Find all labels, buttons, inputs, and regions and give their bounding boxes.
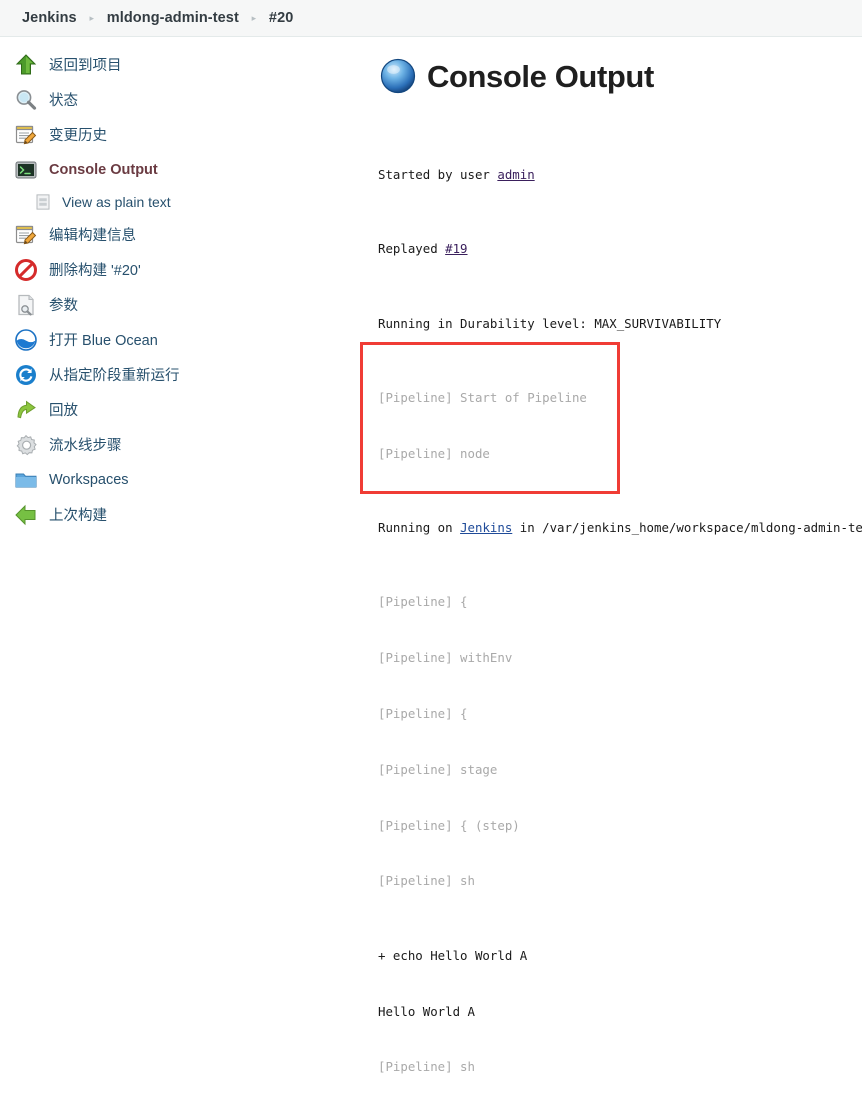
sidebar-item-pipeline-steps[interactable]: 流水线步骤 [0,427,350,462]
sidebar-item-label: 状态 [49,89,78,110]
no-entry-icon [14,258,38,282]
sidebar-item-replay[interactable]: 回放 [0,392,350,427]
sidebar-item-open-blue-ocean[interactable]: 打开 Blue Ocean [0,322,350,357]
log-line: Started by user admin [378,166,862,185]
sidebar-item-parameters[interactable]: 参数 [0,287,350,322]
page-title: Console Output [378,56,862,96]
sidebar-item-label: 编辑构建信息 [49,224,136,245]
document-magnifier-icon [14,293,38,317]
node-link[interactable]: Jenkins [460,520,512,535]
sidebar-item-status[interactable]: 状态 [0,82,350,117]
sidebar: 返回到项目 状态 变更历史 [0,38,350,532]
magnifier-icon [14,88,38,112]
chevron-right-icon: ▸ [239,14,269,23]
log-line: [Pipeline] Start of Pipeline [378,389,862,408]
log-line: [Pipeline] { [378,593,862,612]
console-output-panel: Console Output Started by user admin Rep… [350,38,862,555]
sidebar-item-change-history[interactable]: 变更历史 [0,117,350,152]
log-line: [Pipeline] stage [378,761,862,780]
log-line: [Pipeline] { (step) [378,817,862,836]
blue-ocean-icon [14,328,38,352]
page-title-text: Console Output [427,61,654,92]
log-line: Replayed #19 [378,240,862,259]
replay-arrow-icon [14,398,38,422]
sidebar-item-console-output[interactable]: Console Output [0,152,350,187]
breadcrumb-item-job[interactable]: mldong-admin-test [107,10,239,26]
chevron-right-icon: ▸ [77,14,107,23]
folder-icon [14,468,38,492]
restart-circle-icon [14,363,38,387]
sidebar-item-label: 从指定阶段重新运行 [49,364,180,385]
log-line: [Pipeline] withEnv [378,649,862,668]
log-line: [Pipeline] sh [378,872,862,891]
sidebar-item-label: 打开 Blue Ocean [49,329,158,350]
sidebar-item-previous-build[interactable]: 上次构建 [0,497,350,532]
sidebar-item-view-as-plain-text[interactable]: View as plain text [0,187,350,217]
sidebar-item-label: Console Output [49,162,158,178]
console-log: Started by user admin Replayed #19 Runni… [378,110,862,1110]
breadcrumb-item-build[interactable]: #20 [269,10,294,26]
terminal-icon [14,158,38,182]
up-arrow-icon [14,53,38,77]
sidebar-item-label: 参数 [49,294,78,315]
log-line: + echo Hello World A [378,947,862,966]
sidebar-item-label: 回放 [49,399,78,420]
build-link[interactable]: #19 [445,241,467,256]
sidebar-item-workspaces[interactable]: Workspaces [0,462,350,497]
log-line: [Pipeline] { [378,705,862,724]
log-line: Hello World A [378,1003,862,1022]
sidebar-sub-item-label: View as plain text [62,194,171,210]
blue-globe-icon [378,56,418,96]
sidebar-item-back-to-project[interactable]: 返回到项目 [0,47,350,82]
sidebar-item-edit-build-information[interactable]: 编辑构建信息 [0,217,350,252]
sidebar-item-label: 删除构建 '#20' [49,259,141,280]
sidebar-item-restart-from-stage[interactable]: 从指定阶段重新运行 [0,357,350,392]
plain-text-icon [34,193,52,211]
gear-icon [14,433,38,457]
log-line: Running in Durability level: MAX_SURVIVA… [378,315,862,334]
notepad-pencil-icon [14,223,38,247]
sidebar-item-label: Workspaces [49,472,129,488]
breadcrumb-bar: Jenkins ▸ mldong-admin-test ▸ #20 [0,0,862,37]
sidebar-item-label: 返回到项目 [49,54,122,75]
user-link[interactable]: admin [497,167,534,182]
sidebar-item-label: 上次构建 [49,504,107,525]
log-line: [Pipeline] sh [378,1058,862,1077]
log-line: [Pipeline] node [378,445,862,464]
left-arrow-icon [14,503,38,527]
sidebar-item-label: 变更历史 [49,124,107,145]
sidebar-item-delete-build[interactable]: 删除构建 '#20' [0,252,350,287]
breadcrumb-item-jenkins[interactable]: Jenkins [22,10,77,26]
log-line: Running on Jenkins in /var/jenkins_home/… [378,519,862,538]
notepad-pencil-icon [14,123,38,147]
sidebar-item-label: 流水线步骤 [49,434,122,455]
